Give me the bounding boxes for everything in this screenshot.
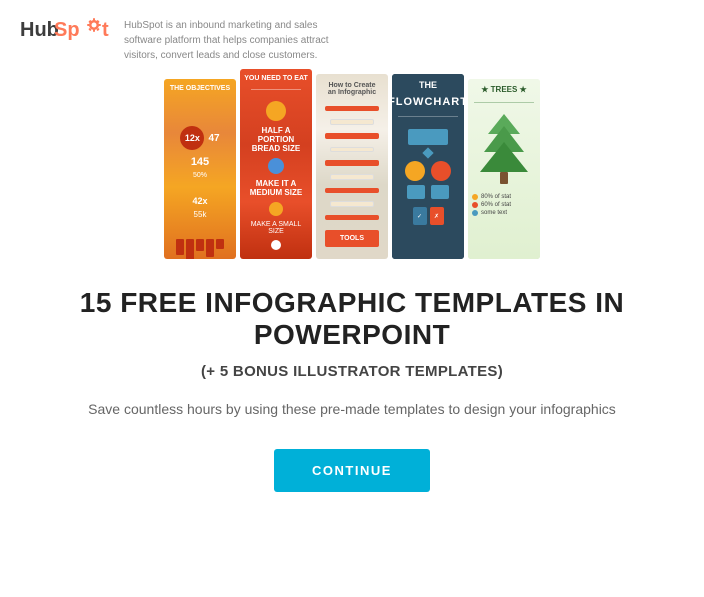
- svg-text:t: t: [102, 19, 109, 41]
- infographic-card-3: How to Createan Infographic TOOLS: [316, 74, 388, 259]
- main-title: 15 FREE INFOGRAPHIC TEMPLATES IN POWERPO…: [60, 287, 644, 351]
- svg-text:Sp: Sp: [54, 19, 80, 41]
- infographic-card-1: THE OBJECTIVES 12x 47 145 50% 42x 55k: [164, 79, 236, 259]
- header: Hub Sp t HubSpot is an inbound marketing…: [0, 0, 704, 77]
- main-content: 15 FREE INFOGRAPHIC TEMPLATES IN POWERPO…: [0, 277, 704, 512]
- logo: Hub Sp t: [20, 14, 110, 42]
- hubspot-logo: Hub Sp t: [20, 14, 110, 42]
- infographic-card-2: YOU NEED TO EAT HALF A PORTION BREAD SIZ…: [240, 69, 312, 259]
- infographic-card-5: ★ TREES ★ 80% of stat 60% of stat: [468, 79, 540, 259]
- sub-title: (+ 5 BONUS ILLUSTRATOR TEMPLATES): [60, 363, 644, 380]
- continue-button[interactable]: CONTINUE: [274, 449, 430, 492]
- button-container: CONTINUE: [60, 449, 644, 492]
- header-description: HubSpot is an inbound marketing and sale…: [124, 14, 344, 63]
- infographics-section: THE OBJECTIVES 12x 47 145 50% 42x 55k: [0, 77, 704, 277]
- description: Save countless hours by using these pre-…: [60, 398, 644, 420]
- infographic-card-4: THE FLOWCHART ✓ ✗: [392, 74, 464, 259]
